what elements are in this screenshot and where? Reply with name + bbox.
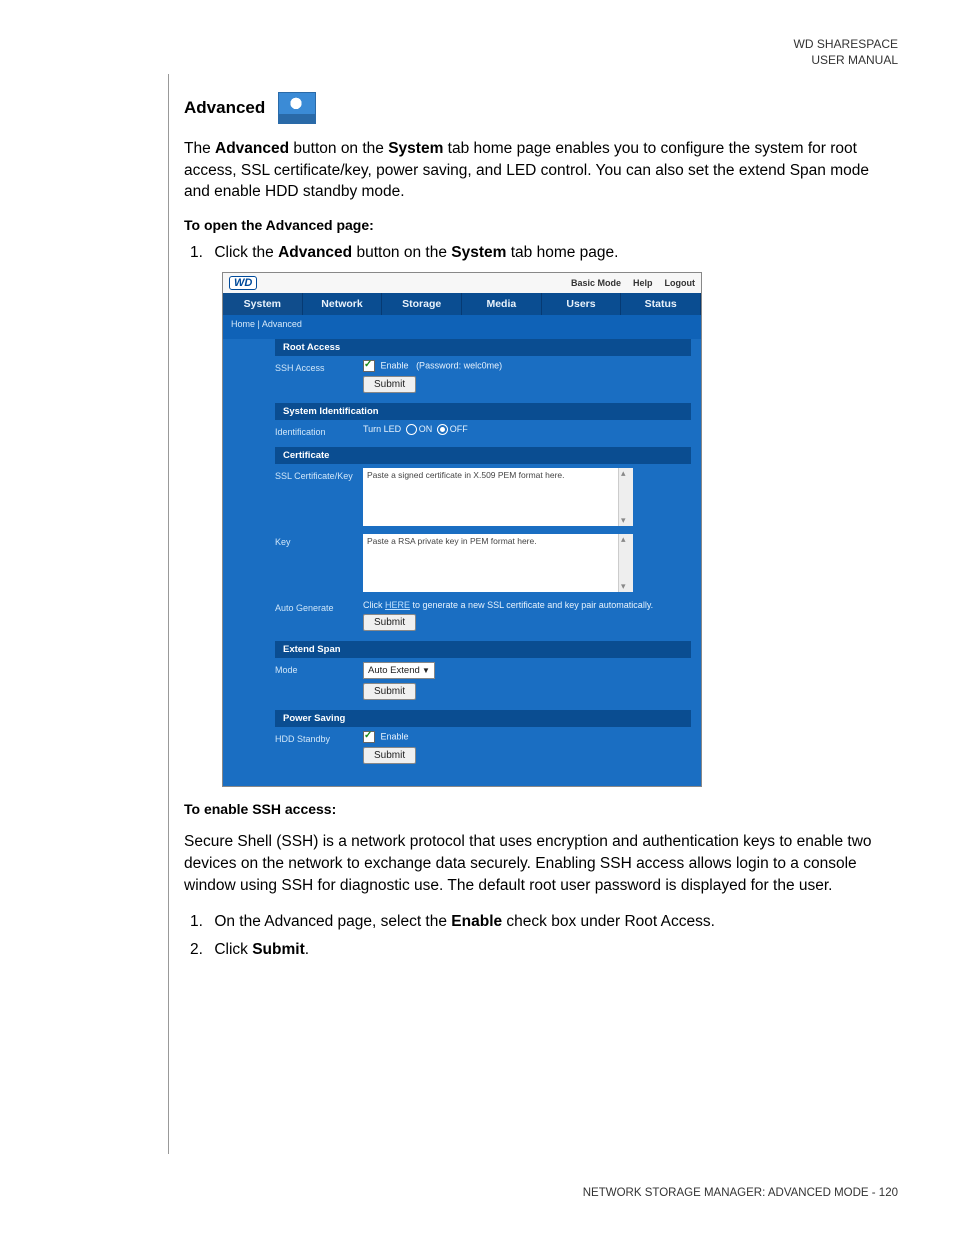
certificate-header: Certificate — [275, 447, 691, 464]
led-off-radio[interactable] — [437, 424, 448, 435]
ssh-paragraph: Secure Shell (SSH) is a network protocol… — [184, 831, 898, 896]
manual-page: WD SHARESPACE USER MANUAL Advanced The A… — [0, 0, 954, 1235]
scrollbar-icon[interactable] — [618, 534, 633, 592]
main-tabs: System Network Storage Media Users Statu… — [223, 293, 701, 315]
content-column: Advanced The Advanced button on the Syst… — [184, 92, 898, 961]
span-submit-button[interactable]: Submit — [363, 683, 416, 700]
open-advanced-subhead: To open the Advanced page: — [184, 217, 898, 233]
wd-logo: WD — [229, 276, 257, 290]
ssh-step-1: 1. On the Advanced page, select the Enab… — [184, 910, 898, 933]
tab-system[interactable]: System — [223, 293, 303, 315]
rsa-key-textarea[interactable]: Paste a RSA private key in PEM format he… — [363, 534, 633, 592]
logout-link[interactable]: Logout — [665, 278, 696, 288]
ssl-cert-textarea[interactable]: Paste a signed certificate in X.509 PEM … — [363, 468, 633, 526]
ssh-password-hint: (Password: welc0me) — [416, 361, 502, 371]
intro-paragraph: The Advanced button on the System tab ho… — [184, 138, 898, 203]
scrollbar-icon[interactable] — [618, 468, 633, 526]
page-footer: NETWORK STORAGE MANAGER: ADVANCED MODE -… — [583, 1187, 898, 1199]
advanced-icon — [278, 92, 316, 124]
system-identification-header: System Identification — [275, 403, 691, 420]
auto-generate-link[interactable]: HERE — [385, 600, 410, 610]
turn-led-label: Turn LED — [363, 424, 401, 434]
help-link[interactable]: Help — [633, 278, 653, 288]
ssl-cert-label: SSL Certificate/Key — [275, 468, 363, 481]
extend-span-group: Extend Span Mode Auto Extend Submit — [223, 641, 701, 704]
identification-label: Identification — [275, 424, 363, 437]
ssh-enable-checkbox[interactable] — [363, 360, 375, 372]
root-access-header: Root Access — [275, 339, 691, 356]
settings-panel: Root Access SSH Access Enable (Password:… — [223, 339, 701, 786]
section-heading-row: Advanced — [184, 92, 898, 124]
tab-storage[interactable]: Storage — [382, 293, 462, 315]
ssh-step-2: 2. Click Submit. — [184, 938, 898, 961]
root-submit-button[interactable]: Submit — [363, 376, 416, 393]
breadcrumb: Home | Advanced — [223, 315, 701, 333]
tab-media[interactable]: Media — [462, 293, 542, 315]
power-submit-button[interactable]: Submit — [363, 747, 416, 764]
page-header: WD SHARESPACE USER MANUAL — [794, 36, 898, 68]
system-identification-group: System Identification Identification Tur… — [223, 403, 701, 441]
app-topbar: WD Basic Mode Help Logout — [223, 273, 701, 293]
tab-status[interactable]: Status — [621, 293, 701, 315]
tab-network[interactable]: Network — [303, 293, 383, 315]
power-saving-header: Power Saving — [275, 710, 691, 727]
auto-generate-label: Auto Generate — [275, 600, 363, 613]
certificate-group: Certificate SSL Certificate/Key Paste a … — [223, 447, 701, 635]
mode-select[interactable]: Auto Extend — [363, 662, 435, 679]
header-doc: USER MANUAL — [811, 53, 898, 67]
vertical-rule — [168, 74, 169, 1154]
root-access-group: Root Access SSH Access Enable (Password:… — [223, 339, 701, 397]
enable-ssh-subhead: To enable SSH access: — [184, 801, 898, 817]
mode-label: Mode — [275, 662, 363, 675]
ssh-access-label: SSH Access — [275, 360, 363, 373]
header-product: WD SHARESPACE — [794, 37, 898, 51]
cert-submit-button[interactable]: Submit — [363, 614, 416, 631]
ssh-enable-text: Enable — [381, 361, 409, 371]
advanced-page-screenshot: WD Basic Mode Help Logout System Network… — [222, 272, 702, 787]
key-label: Key — [275, 534, 363, 547]
open-step-1: 1. Click the Advanced button on the Syst… — [184, 241, 898, 264]
tab-users[interactable]: Users — [542, 293, 622, 315]
power-saving-group: Power Saving HDD Standby Enable Submit — [223, 710, 701, 768]
section-title: Advanced — [184, 98, 265, 118]
hdd-enable-checkbox[interactable] — [363, 731, 375, 743]
led-on-radio[interactable] — [406, 424, 417, 435]
basic-mode-link[interactable]: Basic Mode — [571, 278, 621, 288]
extend-span-header: Extend Span — [275, 641, 691, 658]
hdd-standby-label: HDD Standby — [275, 731, 363, 744]
hdd-enable-text: Enable — [381, 732, 409, 742]
